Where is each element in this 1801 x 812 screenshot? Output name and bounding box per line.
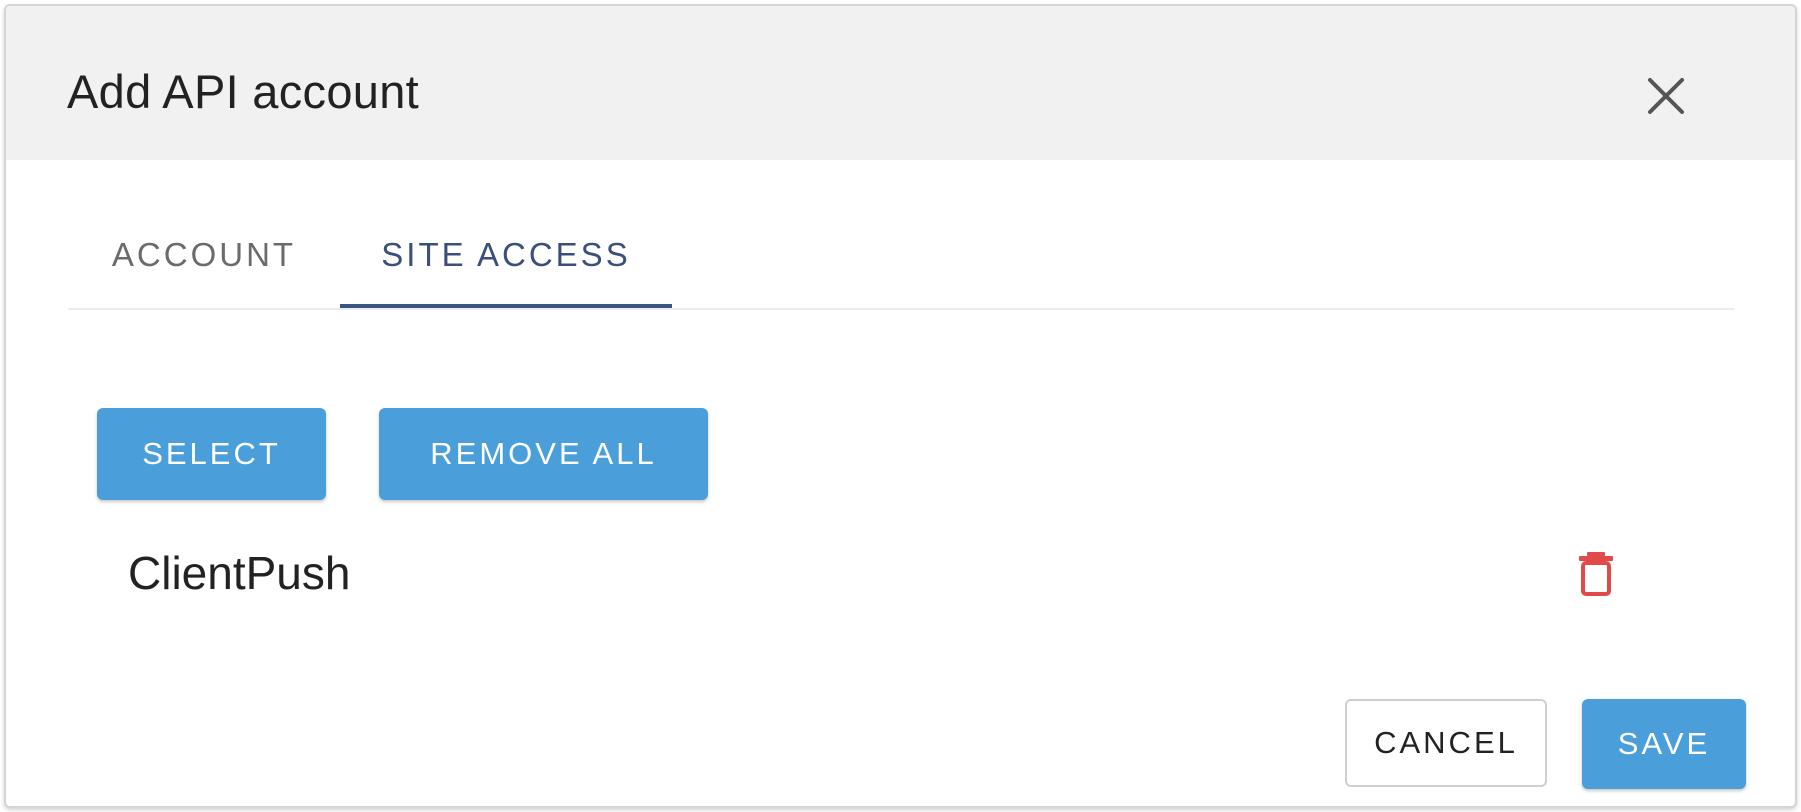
cancel-button[interactable]: CANCEL [1345,699,1547,787]
dialog-title: Add API account [67,65,420,118]
save-button[interactable]: SAVE [1582,699,1746,789]
trash-icon [1579,552,1613,596]
add-api-account-dialog: Add API account ACCOUNT SITE ACCESS SELE… [4,4,1797,808]
close-icon [1648,78,1684,114]
select-button[interactable]: SELECT [97,408,326,500]
close-button[interactable] [1642,72,1690,120]
tab-site-access[interactable]: SITE ACCESS [340,206,672,308]
list-item: ClientPush [97,536,1657,612]
tab-bar: ACCOUNT SITE ACCESS [68,206,1734,310]
dialog-header: Add API account [6,6,1795,160]
site-name: ClientPush [128,547,351,599]
delete-site-button[interactable] [1567,542,1625,604]
tab-account[interactable]: ACCOUNT [68,206,340,304]
remove-all-button[interactable]: REMOVE ALL [379,408,708,500]
